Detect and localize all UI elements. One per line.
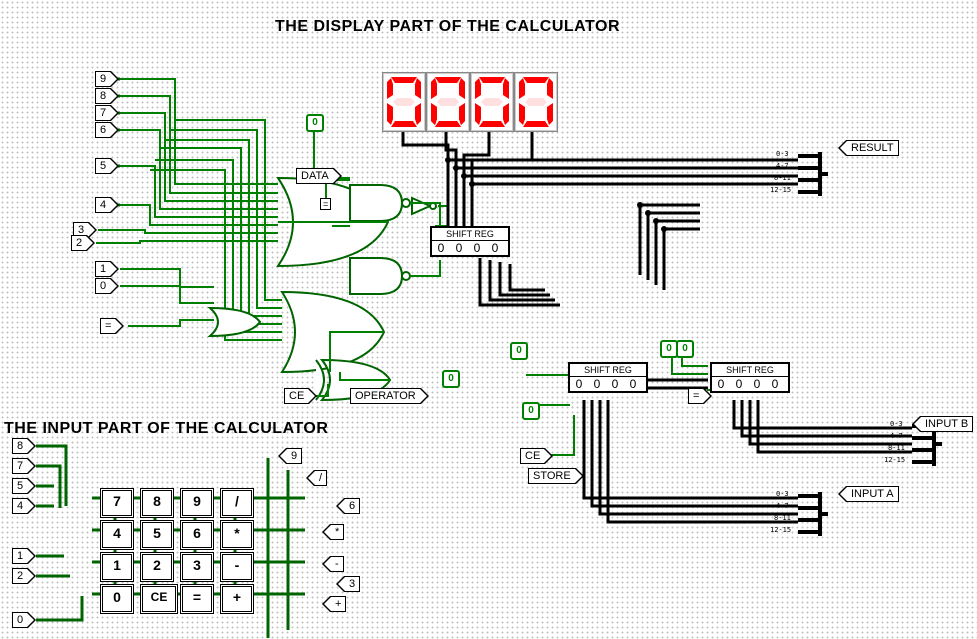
key-0[interactable]: 0: [100, 584, 134, 614]
key-2[interactable]: 2: [140, 552, 174, 582]
key-ce[interactable]: CE: [140, 584, 178, 614]
shift-reg-1: SHIFT REG 0 0 0 0: [430, 226, 510, 257]
key-6[interactable]: 6: [180, 520, 214, 550]
pin-ce-mid: CE: [520, 448, 553, 464]
constant-zero-4: 0: [522, 402, 540, 420]
pin-store: STORE: [528, 468, 584, 484]
pin-eq-mid: =: [688, 388, 712, 404]
pin-in-9: 9: [278, 448, 302, 464]
pin-in-2: 2: [12, 568, 36, 584]
pin-in-mul: *: [322, 524, 344, 540]
pin-out-6: 6: [95, 122, 119, 138]
pin-input-b: INPUT B: [912, 416, 973, 432]
pin-out-9: 9: [95, 71, 119, 87]
pin-ce-upper: CE: [284, 388, 317, 404]
shift-reg-3: SHIFT REG 0 0 0 0: [710, 362, 790, 393]
splitter-result: 0-3 4-7 8-11 12-15: [798, 150, 828, 200]
pin-in-div: /: [306, 470, 327, 486]
schematic-canvas: THE DISPLAY PART OF THE CALCULATOR THE I…: [0, 0, 977, 639]
pin-in-5: 5: [12, 478, 36, 494]
pin-in-7: 7: [12, 458, 36, 474]
pin-out-8: 8: [95, 88, 119, 104]
pin-out-1: 1: [95, 261, 119, 277]
key-1[interactable]: 1: [100, 552, 134, 582]
key-4[interactable]: 4: [100, 520, 134, 550]
seven-seg-digit-0: [382, 72, 426, 132]
key-7[interactable]: 7: [100, 488, 134, 518]
constant-zero-6: 0: [676, 340, 694, 358]
label-eq-small: =: [320, 198, 331, 210]
pin-in-3: 3: [336, 576, 360, 592]
pin-data: DATA: [296, 168, 342, 184]
pin-in-minus: -: [322, 556, 344, 572]
splitter-input-a: 0-3 4-7 8-11 12-15: [798, 490, 828, 540]
shift-reg-2: SHIFT REG 0 0 0 0: [568, 362, 648, 393]
pin-out-0: 0: [95, 278, 119, 294]
pin-input-a: INPUT A: [838, 486, 899, 502]
key-plus[interactable]: +: [220, 584, 254, 614]
pin-out-4: 4: [95, 197, 119, 213]
pin-in-plus: +: [322, 596, 346, 612]
constant-zero-1: 0: [306, 114, 324, 132]
key-5[interactable]: 5: [140, 520, 174, 550]
seven-seg-digit-2: [470, 72, 514, 132]
key-8[interactable]: 8: [140, 488, 174, 518]
key-3[interactable]: 3: [180, 552, 214, 582]
pin-out-7: 7: [95, 105, 119, 121]
key-minus[interactable]: -: [220, 552, 254, 582]
key-mul[interactable]: *: [220, 520, 254, 550]
seven-seg-digit-1: [426, 72, 470, 132]
pin-out-5: 5: [95, 158, 119, 174]
pin-in-4: 4: [12, 498, 36, 514]
seven-seg-digit-3: [514, 72, 558, 132]
pin-in-1: 1: [12, 548, 36, 564]
pin-operator: OPERATOR: [350, 388, 429, 404]
key-div[interactable]: /: [220, 488, 254, 518]
pin-in-0: 0: [12, 612, 36, 628]
pin-in-6: 6: [336, 498, 360, 514]
constant-zero-2: 0: [510, 342, 528, 360]
key-eq[interactable]: =: [180, 584, 214, 614]
pin-in-8: 8: [12, 438, 36, 454]
pin-result: RESULT: [838, 140, 899, 156]
pin-out-eq: =: [100, 318, 124, 334]
constant-zero-3: 0: [442, 370, 460, 388]
key-9[interactable]: 9: [180, 488, 214, 518]
pin-out-2: 2: [71, 235, 95, 251]
